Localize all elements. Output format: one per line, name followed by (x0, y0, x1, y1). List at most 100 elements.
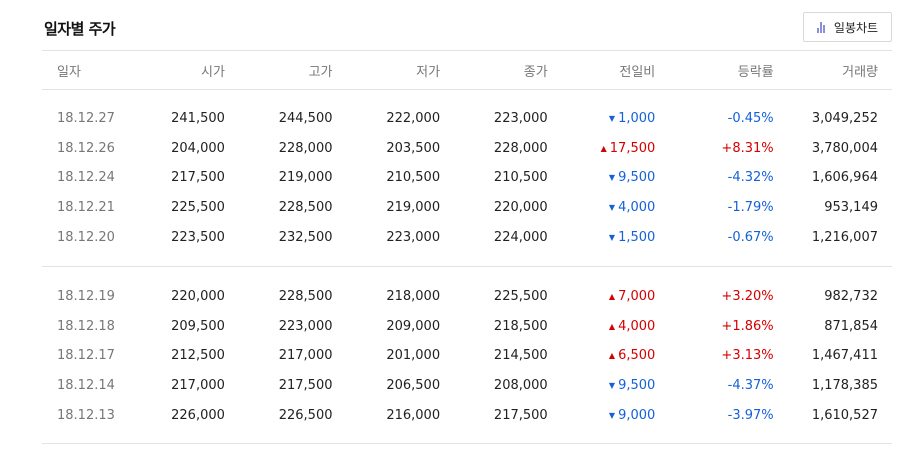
cell-open: 223,500 (171, 229, 225, 245)
cell-rate: +1.86% (721, 318, 774, 334)
cell-date: 18.12.21 (57, 200, 115, 216)
daily-chart-button-label: 일봉차트 (833, 20, 879, 35)
cell-change: ▲ 4,000 (548, 312, 656, 342)
down-arrow-icon: ▼ (608, 232, 616, 242)
cell-high: 217,000 (278, 348, 333, 364)
table-row: 18.12.19 220,000 228,500 218,000 225,500 ▲ 7,0… (42, 282, 892, 312)
change-value: 9,500 (618, 170, 656, 186)
header-row: 일자 시가 고가 저가 종가 전일비 등락률 거래량 (42, 51, 892, 89)
price-table-group-2: 18.12.19 220,000 228,500 218,000 225,500 ▲ 7,0… (42, 282, 892, 430)
cell-date: 18.12.13 (57, 407, 115, 423)
cell-volume: 1,178,385 (811, 378, 878, 394)
table-row: 18.12.17 212,500 217,000 201,000 214,500 ▲ 6,5… (42, 341, 892, 371)
cell-low: 203,500 (386, 140, 441, 156)
cell-date: 18.12.18 (57, 318, 115, 334)
cell-low: 206,500 (386, 378, 441, 394)
cell-high: 217,500 (278, 378, 333, 394)
bar-chart-icon (816, 21, 828, 33)
cell-volume: 1,610,527 (811, 407, 878, 423)
up-arrow-icon: ▲ (600, 143, 607, 153)
column-header-rate: 등락률 (737, 64, 774, 80)
cell-volume: 1,467,411 (811, 348, 878, 364)
cell-close: 228,000 (493, 140, 548, 156)
table-row: 18.12.14 217,000 217,500 206,500 208,000 ▼ 9,5… (42, 371, 892, 401)
table-row: 18.12.26 204,000 228,000 203,500 228,000 ▲ 17,… (42, 134, 892, 164)
cell-open: 217,000 (171, 378, 225, 394)
cell-low: 218,000 (386, 289, 441, 305)
cell-volume: 871,854 (824, 318, 878, 334)
table-row: 18.12.24 217,500 219,000 210,500 210,500 ▼ 9,5… (42, 163, 892, 193)
cell-close: 210,500 (493, 170, 548, 186)
cell-change: ▼ 4,000 (548, 193, 655, 223)
cell-high: 232,500 (278, 229, 333, 245)
cell-rate: -0.67% (727, 229, 774, 245)
cell-rate: -1.79% (727, 200, 774, 216)
cell-high: 228,500 (278, 200, 333, 216)
cell-change: ▲ 17,500 (548, 134, 656, 164)
cell-open: 217,500 (171, 170, 225, 186)
column-header-date: 일자 (57, 64, 81, 80)
cell-change: ▼ 9,500 (548, 163, 656, 193)
cell-high: 228,000 (278, 140, 333, 156)
cell-high: 226,500 (278, 407, 333, 423)
table-row: 18.12.13 226,000 226,500 216,000 217,500 ▼ 9,0… (42, 400, 892, 430)
cell-date: 18.12.27 (57, 111, 115, 127)
down-arrow-icon: ▼ (608, 114, 616, 124)
cell-low: 210,500 (386, 170, 441, 186)
cell-high: 223,000 (278, 318, 333, 334)
cell-open: 241,500 (171, 111, 225, 127)
column-header-high: 고가 (308, 64, 333, 80)
change-value: 9,500 (618, 378, 656, 394)
up-arrow-icon: ▲ (608, 351, 616, 361)
group-divider (42, 266, 892, 267)
column-header-change: 전일비 (619, 64, 656, 80)
cell-open: 212,500 (171, 348, 225, 364)
cell-rate: -4.37% (727, 378, 774, 394)
cell-volume: 953,149 (824, 200, 878, 216)
cell-change: ▼ 1,000 (548, 104, 656, 134)
cell-low: 216,000 (386, 407, 441, 423)
cell-rate: -0.45% (727, 111, 774, 127)
down-arrow-icon: ▼ (608, 381, 616, 391)
change-value: 4,000 (618, 318, 656, 334)
cell-volume: 1,606,964 (811, 170, 878, 186)
table-row: 18.12.20 223,500 232,500 223,000 224,000 ▼ 1,5… (42, 222, 892, 252)
cell-date: 18.12.24 (57, 170, 115, 186)
cell-close: 225,500 (493, 289, 548, 305)
change-value: 17,500 (609, 140, 656, 156)
cell-rate: +8.31% (721, 140, 774, 156)
daily-chart-button[interactable]: 일봉차트 (803, 12, 892, 42)
cell-date: 18.12.19 (57, 289, 115, 305)
cell-date: 18.12.26 (57, 140, 115, 156)
cell-close: 218,500 (493, 318, 548, 334)
cell-change: ▲ 6,500 (548, 341, 655, 371)
cell-volume: 1,216,007 (811, 229, 878, 245)
cell-close: 220,000 (493, 200, 548, 216)
cell-change: ▼ 9,000 (548, 400, 655, 430)
cell-rate: +3.20% (721, 289, 774, 305)
cell-change: ▼ 9,500 (548, 371, 656, 401)
header-bottom-divider (42, 89, 892, 90)
column-header-open: 시가 (200, 64, 225, 80)
table-row: 18.12.18 209,500 223,000 209,000 218,500 ▲ 4,0… (42, 312, 892, 342)
cell-low: 209,000 (386, 318, 441, 334)
up-arrow-icon: ▲ (608, 292, 616, 302)
cell-rate: +3.13% (721, 348, 774, 364)
change-value: 1,000 (618, 111, 656, 127)
cell-high: 228,500 (278, 289, 333, 305)
cell-open: 225,500 (171, 200, 225, 216)
cell-low: 222,000 (386, 111, 441, 127)
price-table-group-1: 18.12.27 241,500 244,500 222,000 223,000 ▼ 1,0… (42, 104, 892, 252)
cell-date: 18.12.20 (57, 229, 115, 245)
cell-low: 223,000 (386, 229, 441, 245)
cell-rate: -3.97% (727, 407, 774, 423)
cell-volume: 982,732 (824, 289, 878, 305)
cell-low: 219,000 (386, 200, 441, 216)
cell-open: 226,000 (171, 407, 225, 423)
cell-date: 18.12.17 (57, 348, 115, 364)
change-value: 1,500 (618, 229, 656, 245)
down-arrow-icon: ▼ (608, 410, 616, 420)
cell-close: 217,500 (493, 407, 548, 423)
cell-high: 244,500 (278, 111, 333, 127)
cell-low: 201,000 (386, 348, 441, 364)
